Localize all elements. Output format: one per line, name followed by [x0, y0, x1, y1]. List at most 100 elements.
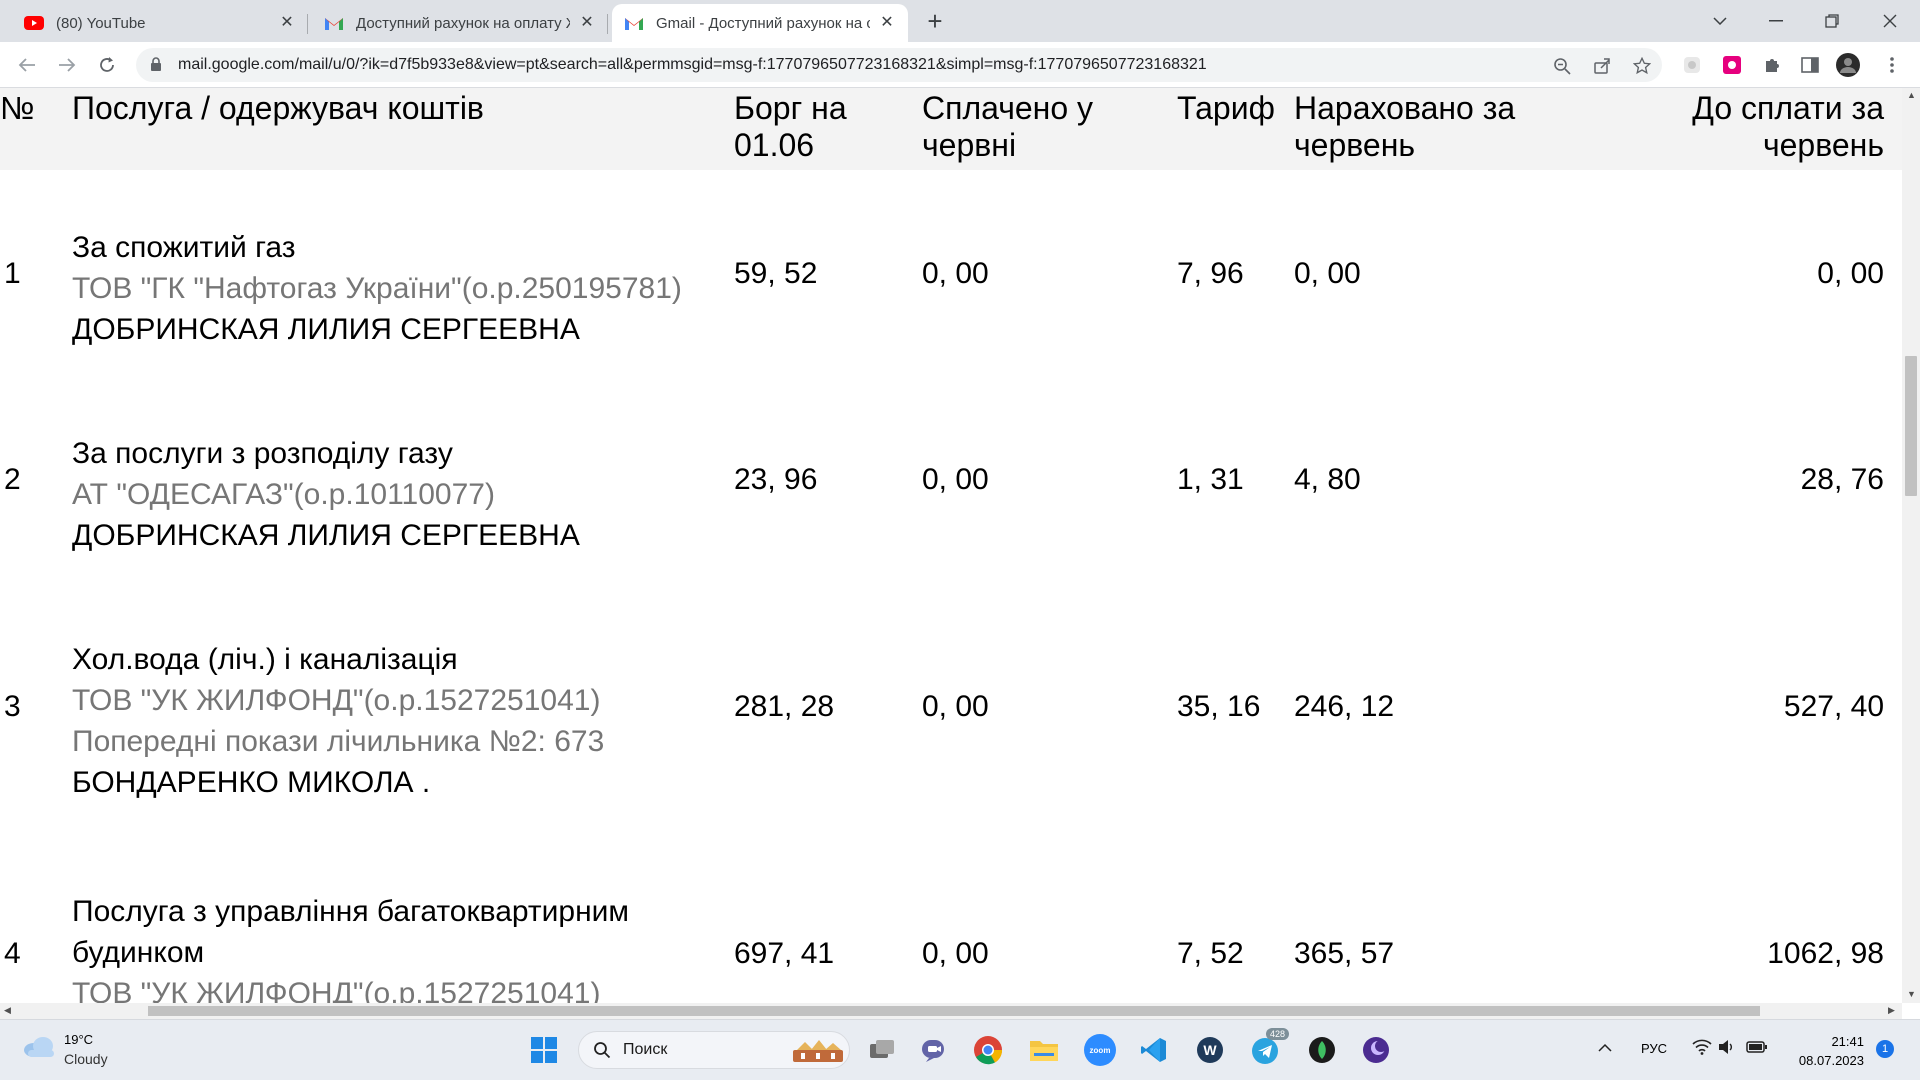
clock-date: 08.07.2023 [1798, 1053, 1864, 1068]
header-due-line2: червень [1762, 127, 1884, 163]
app-green-leaf-icon[interactable] [1306, 1034, 1338, 1066]
service-name: За спожитий газ [72, 231, 296, 264]
tariff-value: 1, 31 [1177, 463, 1244, 496]
page-viewport: № Послуга / одержувач коштів Борг на 01.… [0, 88, 1902, 1003]
scroll-left-arrow-icon[interactable]: ◀ [4, 1005, 11, 1016]
notification-badge[interactable]: 1 [1876, 1040, 1894, 1058]
account-holder: ДОБРИНСКАЯ ЛИЛИЯ СЕРГЕЕВНА [72, 519, 580, 552]
weather-temperature: 19°C [64, 1032, 94, 1047]
charged-value: 365, 57 [1294, 937, 1395, 970]
extension-1-icon[interactable] [1680, 53, 1704, 77]
chrome-icon[interactable] [972, 1034, 1004, 1066]
row-num: 3 [4, 690, 21, 723]
due-value: 1062, 98 [1767, 937, 1884, 970]
tab-gmail-invoice[interactable]: Доступний рахунок на оплату Ж ✕ [312, 4, 608, 42]
wifi-icon[interactable] [1692, 1039, 1712, 1058]
header-charged: Нараховано за червень [1294, 90, 1515, 164]
start-windows-icon[interactable] [528, 1034, 560, 1066]
due-value: 28, 76 [1800, 463, 1884, 496]
scroll-right-arrow-icon[interactable]: ▶ [1888, 1005, 1895, 1016]
windows-taskbar: 19°C Cloudy Поиск zoom W 428 РУС 21:41 0… [0, 1019, 1920, 1080]
meter-reading: Попередні покази лічильника №2: 673 [72, 725, 605, 758]
due-value: 0, 00 [1817, 257, 1884, 290]
close-tab-icon[interactable]: ✕ [878, 14, 896, 32]
paid-value: 0, 00 [922, 690, 989, 723]
tariff-value: 7, 96 [1177, 257, 1244, 290]
vscode-icon[interactable] [1138, 1034, 1170, 1066]
bookmark-star-icon[interactable] [1632, 56, 1652, 76]
row-num: 2 [4, 463, 21, 496]
tab-search-icon[interactable] [1692, 0, 1748, 42]
header-debt-line2: 01.06 [734, 127, 815, 163]
app-w-icon[interactable]: W [1194, 1034, 1226, 1066]
header-num: № [0, 90, 35, 126]
back-icon[interactable] [12, 50, 42, 80]
paid-value: 0, 00 [922, 463, 989, 496]
task-view-icon[interactable] [866, 1034, 898, 1066]
horizontal-scrollbar[interactable]: ◀ ▶ [0, 1003, 1902, 1019]
volume-icon[interactable] [1718, 1039, 1736, 1058]
battery-icon[interactable] [1746, 1040, 1768, 1057]
header-paid: Сплачено у червні [922, 90, 1093, 164]
debt-value: 23, 96 [734, 463, 818, 496]
tab-youtube[interactable]: (80) YouTube ✕ [12, 4, 308, 42]
debt-value: 59, 52 [734, 257, 818, 290]
input-language[interactable]: РУС [1641, 1041, 1667, 1056]
service-provider: ТОВ "УК ЖИЛФОНД"(о.р.1527251041) [72, 977, 601, 1003]
service-cell: Послуга з управління багатоквартирним бу… [72, 891, 629, 1003]
horizontal-scroll-thumb[interactable] [148, 1006, 1760, 1016]
tab-title: Gmail - Доступний рахунок на с [656, 14, 870, 32]
vertical-scrollbar[interactable]: ▲ ▼ [1902, 88, 1920, 1003]
zoom-icon[interactable] [1552, 56, 1572, 76]
menu-kebab-icon[interactable] [1880, 53, 1904, 77]
restore-icon[interactable] [1804, 0, 1860, 42]
zoom-icon[interactable]: zoom [1084, 1034, 1116, 1066]
search-highlight-icon [791, 1038, 845, 1069]
service-name-cont: будинком [72, 936, 205, 969]
clock-time: 21:41 [1831, 1034, 1864, 1049]
taskbar-search[interactable]: Поиск [578, 1031, 850, 1069]
close-tab-icon[interactable]: ✕ [578, 14, 596, 32]
svg-text:W: W [1203, 1042, 1217, 1058]
profile-avatar-icon[interactable] [1836, 53, 1860, 77]
tab-title: Доступний рахунок на оплату Ж [356, 14, 570, 32]
extensions-puzzle-icon[interactable] [1760, 53, 1784, 77]
vertical-scroll-thumb[interactable] [1905, 356, 1917, 496]
row-num: 4 [4, 937, 21, 970]
gmail-icon [324, 13, 344, 33]
browser-toolbar: mail.google.com/mail/u/0/?ik=d7f5b933e8&… [0, 42, 1920, 88]
search-label: Поиск [623, 1041, 668, 1058]
minimize-icon[interactable] [1748, 0, 1804, 42]
tariff-value: 35, 16 [1177, 690, 1261, 723]
show-hidden-icons-chevron-icon[interactable] [1598, 1040, 1612, 1055]
telegram-icon[interactable]: 428 [1250, 1028, 1290, 1066]
service-cell: За спожитий газ ТОВ "ГК "Нафтогаз Україн… [72, 227, 682, 350]
scroll-up-arrow-icon[interactable]: ▲ [1907, 90, 1916, 100]
reload-icon[interactable] [92, 50, 122, 80]
tab-strip: (80) YouTube ✕ Доступний рахунок на опла… [0, 0, 1920, 42]
paid-value: 0, 00 [922, 937, 989, 970]
gmail-icon [624, 13, 644, 33]
app-purple-moon-icon[interactable] [1360, 1034, 1392, 1066]
clock[interactable]: 21:41 08.07.2023 [1794, 1032, 1864, 1070]
url-text[interactable]: mail.google.com/mail/u/0/?ik=d7f5b933e8&… [178, 56, 1207, 74]
file-explorer-icon[interactable] [1028, 1034, 1060, 1066]
lock-icon[interactable] [150, 57, 162, 77]
address-bar[interactable]: mail.google.com/mail/u/0/?ik=d7f5b933e8&… [136, 48, 1662, 82]
service-name: За послуги з розподілу газу [72, 437, 453, 470]
scroll-down-arrow-icon[interactable]: ▼ [1907, 989, 1916, 999]
search-icon [593, 1041, 611, 1064]
paid-value: 0, 00 [922, 257, 989, 290]
extension-2-icon[interactable] [1720, 53, 1744, 77]
teams-chat-icon[interactable] [918, 1034, 950, 1066]
tab-gmail-active[interactable]: Gmail - Доступний рахунок на с ✕ [612, 4, 908, 42]
close-window-icon[interactable] [1862, 0, 1918, 42]
close-tab-icon[interactable]: ✕ [278, 14, 296, 32]
forward-icon[interactable] [52, 50, 82, 80]
side-panel-icon[interactable] [1798, 53, 1822, 77]
header-tariff: Тариф [1177, 90, 1275, 126]
share-icon[interactable] [1592, 56, 1612, 76]
due-value: 527, 40 [1783, 690, 1884, 723]
new-tab-button[interactable]: + [920, 7, 950, 37]
charged-value: 0, 00 [1294, 257, 1361, 290]
